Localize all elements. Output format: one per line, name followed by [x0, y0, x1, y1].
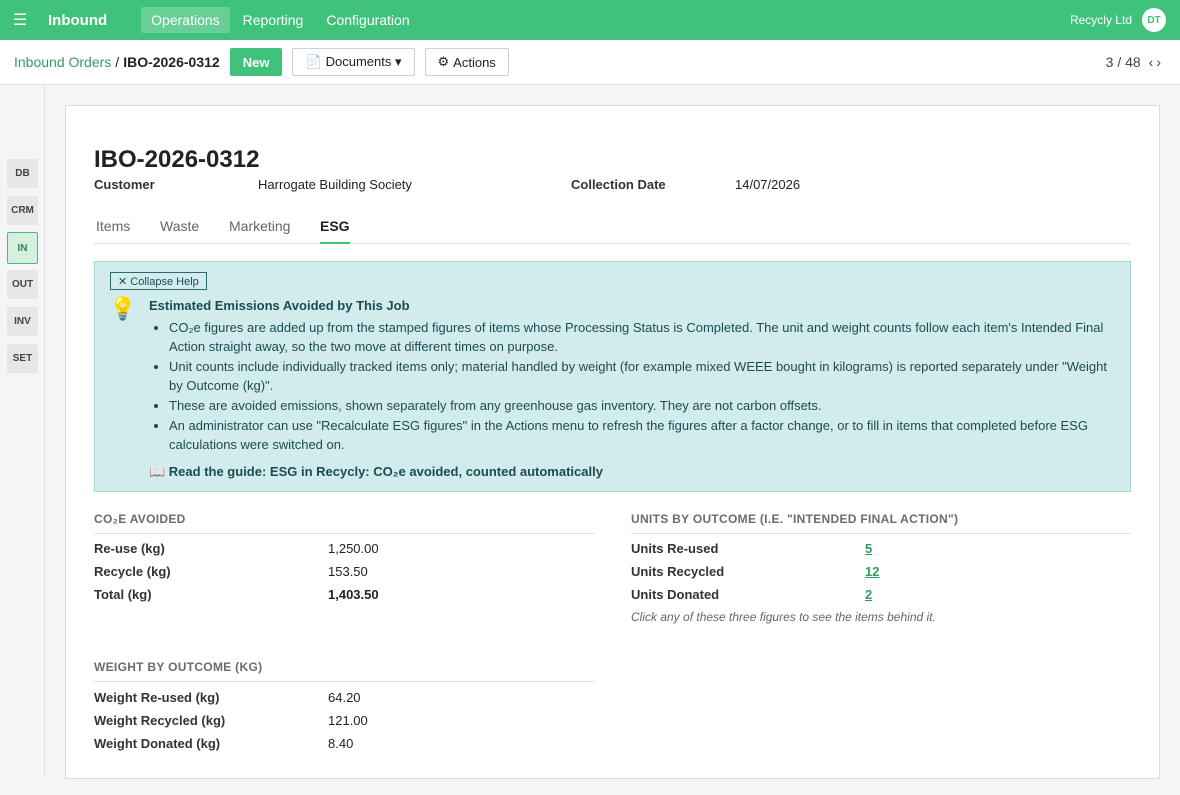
- units-recycled-link[interactable]: 12: [865, 564, 879, 579]
- customer-label: Customer: [94, 177, 155, 192]
- rail-item-in[interactable]: IN: [7, 232, 38, 264]
- units-section-heading: UNITS BY OUTCOME (I.E. "INTENDED FINAL A…: [631, 512, 1131, 534]
- gear-icon: ⚙: [437, 54, 450, 69]
- rail-item-db[interactable]: DB: [7, 159, 38, 188]
- new-button[interactable]: New: [229, 48, 283, 76]
- customer-value[interactable]: Harrogate Building Society: [258, 177, 412, 192]
- actions-button[interactable]: ⚙ Actions: [424, 48, 509, 76]
- pager-value: 3 / 48: [1105, 54, 1141, 70]
- rail-item-crm[interactable]: CRM: [7, 196, 38, 225]
- weight-recycled-label: Weight Recycled (kg): [94, 713, 226, 728]
- help-title: Estimated Emissions Avoided by This Job: [149, 298, 410, 313]
- record-title: IBO-2026-0312: [94, 146, 260, 173]
- rail-item-set[interactable]: SET: [7, 344, 38, 373]
- documents-label: Documents ▾: [325, 54, 402, 69]
- weight-recycled-value: 121.00: [328, 713, 368, 728]
- breadcrumb-current-record: IBO-2026-0312: [123, 54, 220, 70]
- weight-reused-value: 64.20: [328, 690, 361, 705]
- co2-recycle-label: Recycle (kg): [94, 564, 171, 579]
- tab-waste[interactable]: Waste: [160, 218, 199, 242]
- help-bullet: CO₂e figures are added up from the stamp…: [149, 318, 1109, 356]
- weight-donated-label: Weight Donated (kg): [94, 736, 221, 751]
- units-recycled-label: Units Recycled: [631, 564, 725, 579]
- menu-reporting[interactable]: Reporting: [233, 7, 314, 33]
- app-name[interactable]: Inbound: [48, 12, 107, 29]
- units-reused-link[interactable]: 5: [865, 541, 872, 556]
- tab-items[interactable]: Items: [96, 218, 130, 242]
- hamburger-menu-icon[interactable]: ☰: [0, 10, 40, 30]
- weight-reused-label: Weight Re-used (kg): [94, 690, 220, 705]
- form-sheet: IBO-2026-0312 Customer Harrogate Buildin…: [65, 105, 1160, 779]
- rail-item-out[interactable]: OUT: [7, 270, 38, 299]
- help-bullet: These are avoided emissions, shown separ…: [149, 396, 1109, 415]
- form-tabs: Items Waste Marketing ESG: [94, 206, 1131, 244]
- tab-esg[interactable]: ESG: [320, 218, 350, 244]
- tab-marketing[interactable]: Marketing: [229, 218, 290, 242]
- collection-date-label: Collection Date: [571, 177, 666, 192]
- menu-configuration[interactable]: Configuration: [316, 7, 419, 33]
- weight-donated-value: 8.40: [328, 736, 354, 751]
- lightbulb-icon: 💡: [109, 296, 137, 321]
- company-switcher[interactable]: Recycly Ltd: [1070, 13, 1132, 27]
- co2-reuse-label: Re-use (kg): [94, 541, 165, 556]
- documents-button[interactable]: 📄 Documents ▾: [292, 48, 415, 76]
- top-navbar: ☰ Inbound Operations Reporting Configura…: [0, 0, 1180, 40]
- collection-date-value[interactable]: 14/07/2026: [735, 177, 800, 192]
- co2-section-heading: CO₂E AVOIDED: [94, 512, 595, 534]
- menu-operations[interactable]: Operations: [141, 7, 230, 33]
- help-bullet: An administrator can use "Recalculate ES…: [149, 416, 1109, 454]
- co2-reuse-value: 1,250.00: [328, 541, 379, 556]
- units-donated-link[interactable]: 2: [865, 587, 872, 602]
- weight-section-heading: WEIGHT BY OUTCOME (KG): [94, 660, 595, 682]
- breadcrumb-separator: /: [115, 54, 120, 70]
- actions-label: Actions: [453, 54, 496, 70]
- co2-total-value: 1,403.50: [328, 587, 379, 602]
- control-bar: Inbound Orders / IBO-2026-0312 New 📄 Doc…: [0, 40, 1180, 85]
- rail-item-inv[interactable]: INV: [7, 307, 38, 336]
- collapse-help-button[interactable]: ✕ Collapse Help: [110, 272, 207, 290]
- esg-help-box: ✕ Collapse Help 💡 Estimated Emissions Av…: [94, 261, 1131, 492]
- help-bullet-list: CO₂e figures are added up from the stamp…: [149, 318, 1109, 455]
- record-pager: 3 / 48 ‹›: [1106, 40, 1164, 84]
- co2-total-label: Total (kg): [94, 587, 152, 602]
- help-bullet: Unit counts include individually tracked…: [149, 357, 1109, 395]
- rail-divider: [44, 85, 45, 777]
- units-donated-label: Units Donated: [631, 587, 720, 602]
- pager-arrows-icon[interactable]: ‹›: [1149, 54, 1164, 70]
- co2-recycle-value: 153.50: [328, 564, 368, 579]
- breadcrumb-inbound-orders[interactable]: Inbound Orders: [14, 54, 111, 70]
- user-avatar[interactable]: DT: [1142, 8, 1166, 32]
- units-note: Click any of these three figures to see …: [631, 610, 936, 624]
- esg-guide-link[interactable]: 📖 Read the guide: ESG in Recycly: CO₂e a…: [149, 464, 603, 480]
- units-reused-label: Units Re-used: [631, 541, 719, 556]
- document-icon: 📄: [305, 54, 322, 69]
